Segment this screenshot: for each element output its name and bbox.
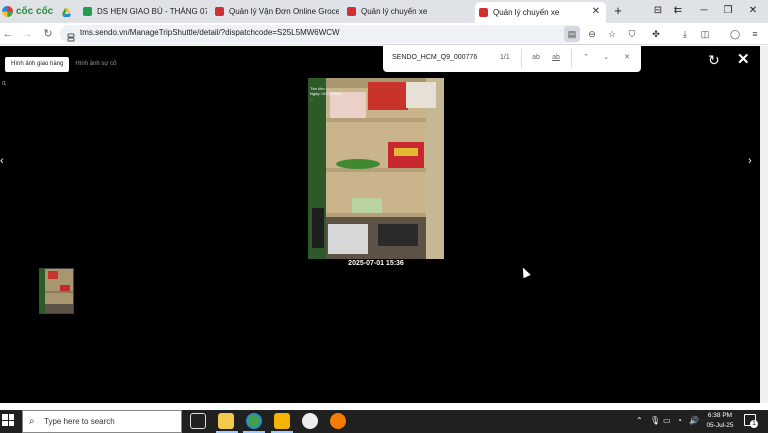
sheets-icon (83, 7, 92, 16)
sendo-icon (479, 8, 488, 17)
tab-label: Quản lý chuyến xe (361, 7, 428, 16)
chrome-icon[interactable] (302, 413, 318, 429)
search-icon: ⌕ (29, 416, 35, 427)
tab-label: Quản lý Vận Đơn Online Grocery (229, 7, 339, 16)
coccoc-taskbar-icon[interactable] (246, 413, 262, 429)
page-scrollbar[interactable] (760, 46, 768, 403)
sendo-icon (347, 7, 356, 16)
image-viewer: Hình ảnh giao hàng Hình ảnh sự cố /1 Tên (0, 46, 760, 403)
photo-stamp-line: ... (310, 96, 314, 101)
network-icon[interactable]: ◔ (677, 416, 682, 425)
window-close-button[interactable]: ✕ (745, 3, 761, 19)
divider (571, 49, 572, 68)
url-text[interactable]: tms.sendo.vn/ManageTripShuttle/detail/?d… (80, 28, 340, 37)
extensions-icon[interactable]: ✤ (648, 26, 664, 42)
tab-label: Quản lý chuyến xe (493, 8, 560, 17)
reload-icon[interactable]: ↻ (40, 26, 56, 42)
zoom-icon[interactable]: ⊖ (584, 26, 600, 42)
tab-ds-hen-giao-bu[interactable]: DS HẸN GIAO BÙ - THÁNG 07/20 (79, 2, 207, 21)
task-view-icon[interactable] (190, 413, 206, 429)
photo-timestamp: 2025-07-01 15:36 (348, 260, 404, 267)
find-close-icon[interactable]: ✕ (620, 52, 634, 64)
taskbar-search-box[interactable]: ⌕ Type here to search (22, 410, 182, 433)
close-tab-icon[interactable]: ✕ (592, 6, 600, 17)
menu-icon[interactable]: ≡ (747, 26, 763, 42)
find-input[interactable]: SENDO_HCM_Q9_000776 (392, 54, 477, 61)
prev-image-arrow-icon[interactable]: ‹ (0, 155, 4, 167)
browser-toolbar: ← → ↻ tms.sendo.vn/ManageTripShuttle/det… (0, 23, 768, 45)
photo-stamp: Tên kho: ... Ngày: 01/07/2025 ... (310, 86, 368, 101)
back-icon[interactable]: ← (0, 26, 16, 42)
tab-quan-ly-chuyen-xe[interactable]: Quản lý chuyến xe (343, 2, 471, 21)
site-info-icon[interactable] (67, 29, 75, 42)
find-bar: SENDO_HCM_Q9_000776 1/1 ab ab ⌃ ⌄ ✕ (383, 45, 641, 72)
battery-icon[interactable]: ▭ (663, 416, 671, 425)
bookmark-star-icon[interactable]: ☆ (604, 26, 620, 42)
new-tab-button[interactable]: + (610, 3, 626, 19)
file-explorer-icon[interactable] (218, 413, 234, 429)
clock-date[interactable]: 05-Jul-25 (704, 422, 736, 429)
microphone-icon[interactable]: 🎙 (650, 416, 660, 425)
match-case-button[interactable]: ab (529, 52, 543, 64)
google-drive-icon[interactable] (61, 5, 72, 17)
split-view-icon[interactable]: ◫ (697, 26, 713, 42)
coccoc-logo-icon (2, 6, 13, 17)
sticky-notes-icon[interactable] (274, 413, 290, 429)
adblock-shield-icon[interactable]: ⛉ (624, 26, 640, 42)
tab-label: DS HẸN GIAO BÙ - THÁNG 07/20 (97, 7, 207, 16)
find-prev-icon[interactable]: ⌃ (579, 52, 593, 64)
search-placeholder: Type here to search (44, 417, 115, 426)
next-image-arrow-icon[interactable]: › (748, 155, 752, 167)
tab-list-icon[interactable]: ⇇ (670, 3, 686, 19)
close-viewer-icon[interactable]: ✕ (737, 50, 750, 68)
divider (521, 49, 522, 68)
restore-button[interactable]: ❐ (720, 3, 736, 19)
coccoc-logo[interactable]: cốc cốc (2, 4, 53, 19)
sidebar-toggle-icon[interactable]: ⊟ (650, 3, 666, 19)
windows-taskbar: ⌕ Type here to search ⌃ 🎙 ▭ ◔ 🔊 6:38 PM … (0, 410, 768, 433)
profile-icon[interactable]: ◯ (727, 26, 743, 42)
minimize-button[interactable]: ─ (696, 3, 712, 19)
sendo-icon (215, 7, 224, 16)
tray-expand-icon[interactable]: ⌃ (636, 416, 643, 425)
find-match-count: 1/1 (500, 54, 510, 61)
whole-word-button[interactable]: ab (549, 52, 563, 64)
viewer-tabs: Hình ảnh giao hàng Hình ảnh sự cố (5, 57, 122, 72)
delivery-photo[interactable]: Tên kho: ... Ngày: 01/07/2025 ... (308, 78, 444, 259)
forward-icon[interactable]: → (19, 26, 35, 42)
notification-badge: 1 (750, 420, 758, 428)
tab-quan-ly-chuyen-xe-active[interactable]: Quản lý chuyến xe ✕ (475, 2, 606, 23)
clock-time[interactable]: 6:38 PM (706, 412, 734, 419)
tab-delivery-images[interactable]: Hình ảnh giao hàng (5, 57, 70, 72)
tab-quan-ly-van-don[interactable]: Quản lý Vận Đơn Online Grocery (211, 2, 339, 21)
tab-incident-images[interactable]: Hình ảnh sự cố (69, 57, 122, 72)
download-icon[interactable]: ⤓ (677, 26, 693, 42)
app-icon[interactable] (330, 413, 346, 429)
rotate-icon[interactable]: ↻ (708, 52, 720, 69)
reader-mode-icon[interactable]: ▤ (564, 26, 580, 42)
browser-brand: cốc cốc (16, 6, 54, 17)
photo-thumbnail[interactable] (39, 268, 74, 314)
find-next-icon[interactable]: ⌄ (599, 52, 613, 64)
image-counter: /1 (2, 81, 7, 87)
browser-tab-strip: cốc cốc DS HẸN GIAO BÙ - THÁNG 07/20 Quả… (0, 0, 768, 23)
volume-icon[interactable]: 🔊 (689, 416, 699, 425)
windows-start-icon[interactable] (2, 414, 14, 426)
